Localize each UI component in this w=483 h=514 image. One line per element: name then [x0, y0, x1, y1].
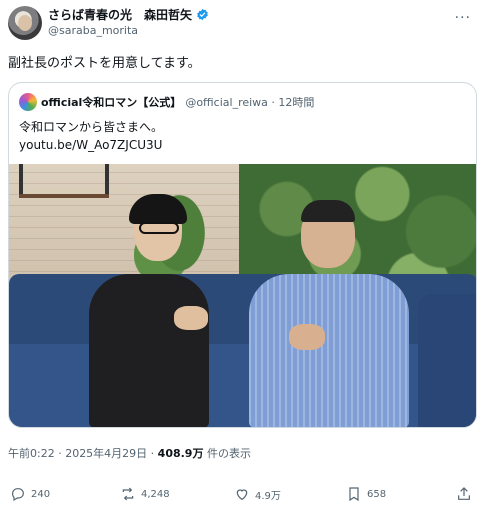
bookmark-button[interactable]: 658 [346, 486, 386, 502]
quoted-tweet[interactable]: official令和ロマン【公式】 @official_reiwa · 12時間… [8, 82, 477, 428]
action-bar: 240 4,248 4.9万 658 [8, 486, 475, 504]
bookmark-icon [349, 487, 359, 502]
quote-display-name: official令和ロマン【公式】 [41, 96, 182, 109]
tweet-text: 副社長のポストを用意してます。 [8, 56, 201, 71]
like-icon [236, 489, 248, 501]
views-label: 件の表示 [203, 447, 251, 460]
repost-count: 4,248 [141, 488, 170, 500]
repost-button[interactable]: 4,248 [120, 486, 170, 502]
quote-handle-time: @official_reiwa · 12時間 [185, 96, 315, 109]
author-display-name[interactable]: さらば青春の光 森田哲矢 [48, 6, 192, 23]
share-icon [458, 487, 470, 500]
person-left-hands [174, 306, 208, 330]
quote-text: 令和ロマンから皆さまへ。 [19, 120, 164, 134]
share-button[interactable] [456, 486, 472, 502]
reply-button[interactable]: 240 [10, 486, 50, 502]
quote-photo[interactable] [9, 164, 476, 427]
author-handle[interactable]: @saraba_morita [48, 24, 138, 37]
like-button[interactable]: 4.9万 [234, 486, 281, 502]
reply-icon [12, 488, 24, 502]
tweet: さらば青春の光 森田哲矢 @saraba_morita ··· 副社長のポストを… [0, 0, 483, 514]
author-name-row: さらば青春の光 森田哲矢 [48, 6, 209, 23]
quote-link[interactable]: youtu.be/W_Ao7ZJCU3U [19, 137, 162, 154]
person-left [89, 274, 209, 427]
tweet-meta: 午前0:22 · 2025年4月29日 · 408.9万 件の表示 [8, 445, 251, 461]
tweet-timestamp[interactable]: 午前0:22 · 2025年4月29日 · [8, 447, 158, 460]
person-right-hands [289, 324, 325, 350]
quote-header: official令和ロマン【公式】 @official_reiwa · 12時間 [19, 93, 314, 111]
like-count: 4.9万 [255, 490, 281, 502]
reply-count: 240 [31, 488, 51, 500]
repost-icon [122, 487, 134, 501]
person-right-hair [301, 200, 355, 222]
sofa-arm [418, 294, 476, 427]
views-count: 408.9万 [157, 447, 204, 460]
glasses [139, 222, 179, 234]
bookmark-count: 658 [367, 488, 387, 500]
more-icon[interactable]: ··· [455, 10, 471, 26]
verified-icon [197, 8, 208, 21]
person-right [249, 274, 409, 427]
author-avatar[interactable] [8, 6, 42, 40]
quote-avatar [19, 93, 37, 111]
